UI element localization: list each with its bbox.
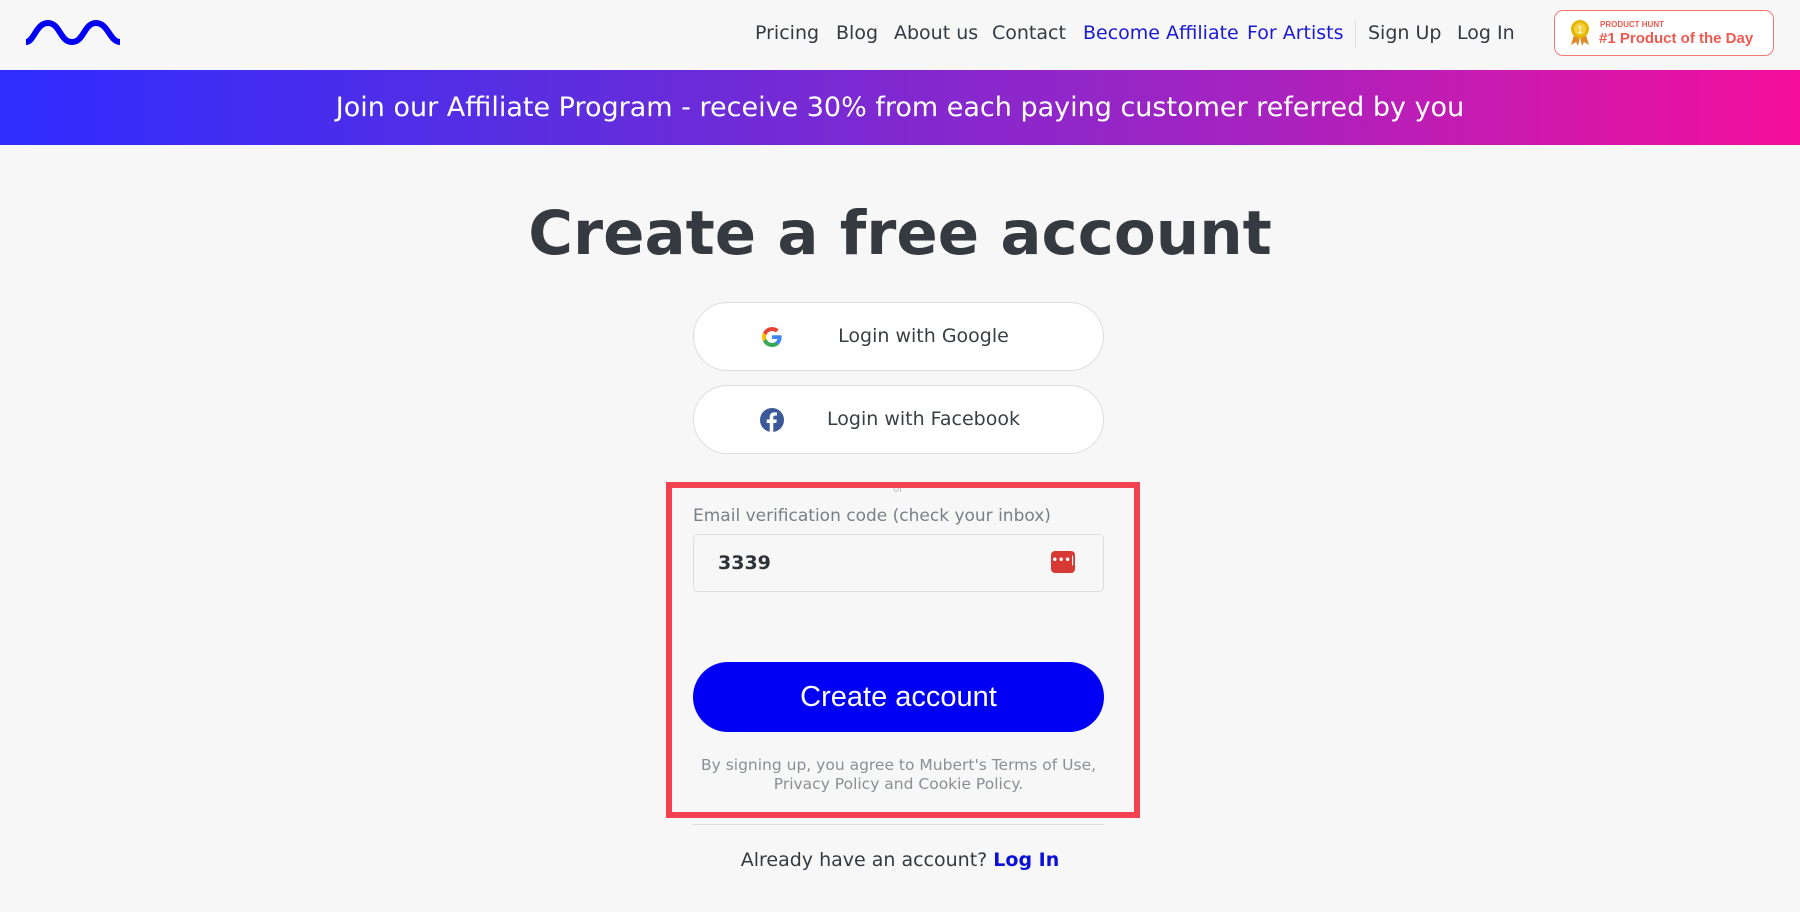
facebook-label: Login with Facebook [827,408,1020,430]
verification-code-input[interactable]: 3339 [693,534,1104,592]
banner-text: Join our Affiliate Program - receive 30%… [335,92,1465,123]
nav-become-affiliate[interactable]: Become Affiliate [1083,22,1239,44]
already-have-account: Already have an account? Log In [0,849,1800,871]
svg-text:1: 1 [1577,25,1583,36]
nav-about-us[interactable]: About us [894,22,978,44]
nav-blog[interactable]: Blog [836,22,878,44]
nav-for-artists[interactable]: For Artists [1247,22,1344,44]
nav-log-in[interactable]: Log In [1457,22,1515,44]
nav-divider [1355,20,1356,48]
login-link[interactable]: Log In [993,849,1059,871]
password-manager-icon[interactable]: •••| [1051,551,1075,573]
page-title: Create a free account [528,198,1272,269]
divider [693,824,1104,825]
nav-pricing[interactable]: Pricing [755,22,819,44]
google-label: Login with Google [838,325,1009,347]
login-facebook-button[interactable]: Login with Facebook [693,385,1104,454]
mubert-logo[interactable] [24,20,122,46]
product-hunt-badge[interactable]: 1 PRODUCT HUNT #1 Product of the Day [1554,10,1774,56]
verification-code-label: Email verification code (check your inbo… [693,506,1051,526]
create-account-button[interactable]: Create account [693,662,1104,732]
nav-contact[interactable]: Contact [992,22,1066,44]
affiliate-banner[interactable]: Join our Affiliate Program - receive 30%… [0,70,1800,145]
badge-kicker: PRODUCT HUNT [1600,20,1664,29]
nav-sign-up[interactable]: Sign Up [1368,22,1441,44]
already-text: Already have an account? [740,849,988,871]
top-nav: Pricing Blog About us Contact Become Aff… [0,0,1800,70]
medal-icon: 1 [1571,20,1589,46]
terms-text: By signing up, you agree to Mubert's Ter… [700,756,1097,793]
badge-title: #1 Product of the Day [1599,30,1754,47]
login-google-button[interactable]: Login with Google [693,302,1104,371]
